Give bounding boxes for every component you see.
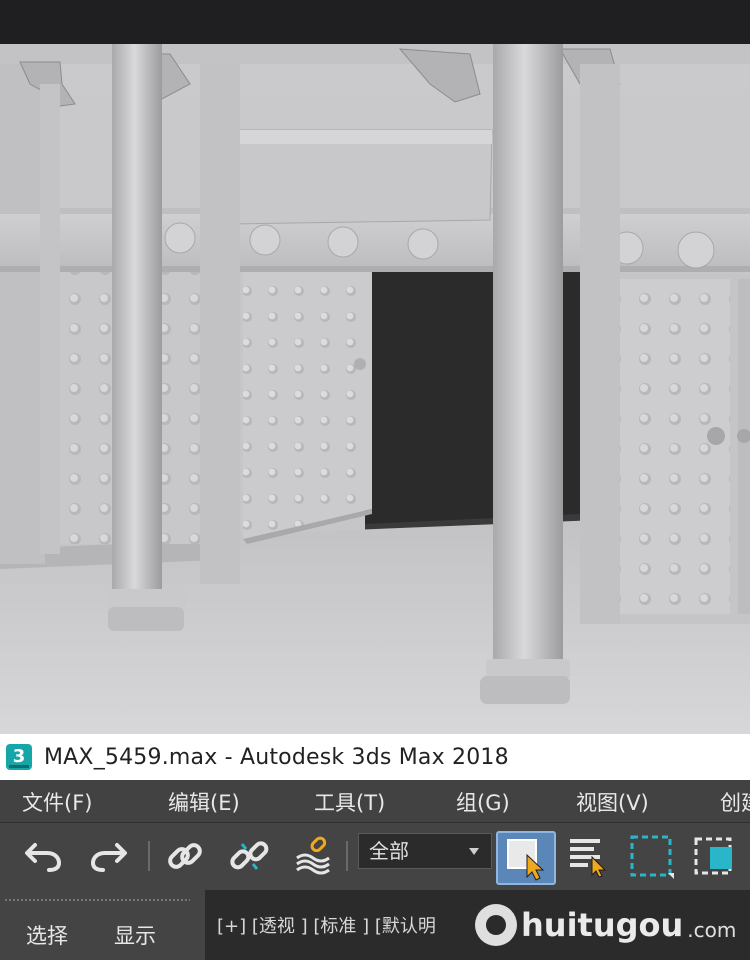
unlink-icon [230, 841, 269, 870]
top-dark-band [0, 0, 750, 44]
menu-create[interactable]: 创建 [720, 787, 750, 817]
viewport-label-strip: [+] [透视 ] [标准 ] [默认明 huitugou .com [205, 890, 750, 960]
undo-icon [25, 843, 62, 872]
watermark-logo-icon [475, 904, 517, 946]
watermark-text: huitugou [521, 906, 684, 944]
chevron-down-icon [469, 848, 479, 855]
rectangular-selection-region-button[interactable] [628, 833, 674, 879]
redo-button[interactable] [86, 833, 132, 879]
command-panel: 选择 显示 [0, 890, 200, 960]
select-object-button[interactable] [496, 831, 556, 885]
select-object-icon [507, 839, 545, 881]
watermark-tld: .com [687, 918, 737, 942]
unlink-selection-button[interactable] [226, 833, 272, 879]
bottom-area: 选择 显示 [+] [透视 ] [标准 ] [默认明 huitugou .com [0, 890, 750, 960]
panel-grip[interactable] [4, 898, 190, 902]
menu-edit[interactable]: 编辑(E) [168, 787, 240, 817]
menu-group[interactable]: 组(G) [456, 787, 510, 817]
toolbar-separator [148, 841, 150, 871]
selection-filter-dropdown[interactable]: 全部 [358, 833, 492, 869]
menu-tools[interactable]: 工具(T) [314, 787, 385, 817]
select-and-link-button[interactable] [162, 833, 208, 879]
viewport-label[interactable]: [+] [透视 ] [标准 ] [默认明 [217, 912, 436, 938]
tab-display[interactable]: 显示 [114, 920, 156, 950]
rectangular-selection-region-icon [630, 835, 674, 879]
main-toolbar: 全部 [0, 822, 750, 890]
select-by-name-icon [570, 839, 607, 878]
watermark: huitugou .com [475, 904, 736, 946]
window-title: MAX_5459.max - Autodesk 3ds Max 2018 [44, 744, 509, 770]
window-titlebar: 3 MAX_5459.max - Autodesk 3ds Max 2018 [0, 734, 750, 780]
bind-to-space-warp-button[interactable] [290, 833, 336, 879]
toolbar-separator [346, 841, 348, 871]
selection-filter-value: 全部 [369, 839, 409, 863]
window-crossing-button[interactable] [692, 833, 738, 879]
undo-button[interactable] [20, 833, 66, 879]
perspective-viewport[interactable] [0, 44, 750, 734]
redo-icon [90, 843, 127, 872]
viewport-render [0, 44, 750, 734]
menu-file[interactable]: 文件(F) [22, 787, 92, 817]
menu-bar: 文件(F) 编辑(E) 工具(T) 组(G) 视图(V) 创建 [0, 780, 750, 822]
tab-select[interactable]: 选择 [26, 920, 68, 950]
3ds-max-icon[interactable]: 3 [6, 744, 32, 770]
menu-views[interactable]: 视图(V) [576, 787, 649, 817]
link-icon [168, 843, 202, 869]
select-by-name-button[interactable] [566, 833, 612, 879]
bind-to-space-warp-icon [296, 836, 330, 875]
window-crossing-icon [694, 837, 732, 875]
